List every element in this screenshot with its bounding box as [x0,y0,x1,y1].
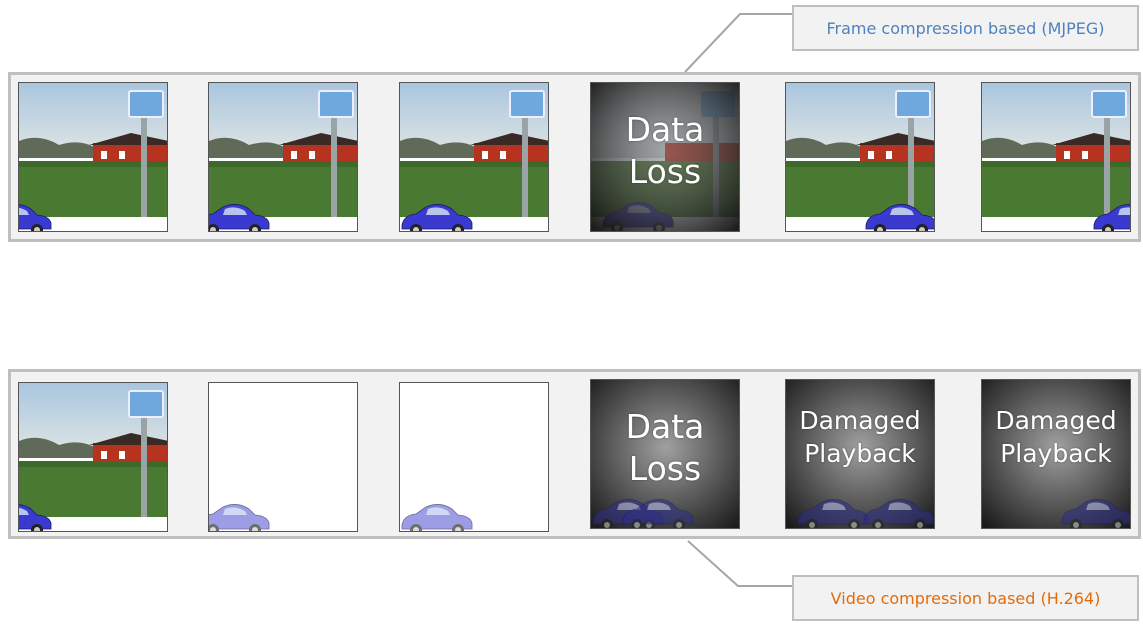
mjpeg-frame-strip: Data Loss [8,72,1141,242]
farm-scene-image [982,83,1130,231]
mjpeg-label-text: Frame compression based (MJPEG) [826,18,1105,38]
h264-frame-strip: Data Loss Damaged Playback Damaged Playb… [8,369,1141,539]
damaged-playback-line-1: Damaged [799,406,921,435]
damaged-playback-line-2: Playback [1000,439,1112,468]
h264-label-text: Video compression based (H.264) [830,588,1101,608]
bottom-connector-line [687,540,792,587]
mjpeg-frame-4-data-loss: Data Loss [590,82,740,232]
mjpeg-frame-6 [981,82,1131,232]
farm-scene-image [209,83,357,231]
h264-frame-1 [18,382,168,532]
h264-label: Video compression based (H.264) [792,575,1139,621]
damaged-playback-text: Damaged Playback [982,404,1130,470]
data-loss-line-2: Loss [628,449,702,488]
farm-scene-image [19,383,167,531]
data-loss-text: Data Loss [591,406,739,490]
h264-frame-5-damaged: Damaged Playback [785,379,935,529]
mjpeg-label: Frame compression based (MJPEG) [792,5,1139,51]
h264-frame-4-data-loss: Data Loss [590,379,740,529]
frame-image [209,383,357,531]
farm-scene-image [19,83,167,231]
data-loss-line-2: Loss [628,152,702,191]
farm-scene-image [400,83,548,231]
frame-image [400,383,548,531]
data-loss-line-1: Data [625,110,705,149]
h264-frame-3-blank [399,382,549,532]
mjpeg-frame-5 [785,82,935,232]
damaged-playback-text: Damaged Playback [786,404,934,470]
data-loss-line-1: Data [625,407,705,446]
h264-frame-6-damaged: Damaged Playback [981,379,1131,529]
farm-scene-image [786,83,934,231]
mjpeg-frame-3 [399,82,549,232]
h264-frame-2-blank [208,382,358,532]
mjpeg-frame-2 [208,82,358,232]
top-connector-line [684,13,792,73]
damaged-playback-line-1: Damaged [995,406,1117,435]
mjpeg-frame-1 [18,82,168,232]
damaged-playback-line-2: Playback [804,439,916,468]
data-loss-text: Data Loss [591,109,739,193]
